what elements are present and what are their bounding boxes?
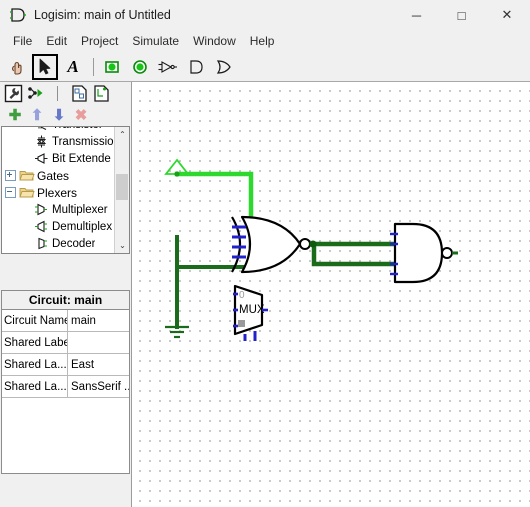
- close-button[interactable]: ✕: [484, 0, 530, 30]
- component-explorer-tree[interactable]: Transistor: [1, 126, 130, 254]
- menu-bar: File Edit Project Simulate Window Help: [0, 30, 530, 52]
- menu-item-project[interactable]: Project: [74, 32, 125, 50]
- text-tool-label: A: [67, 56, 79, 76]
- transmission-gate-icon: [33, 134, 50, 149]
- tree-item-label: Plexers: [37, 185, 78, 200]
- tree-item-label: Multiplexer: [52, 203, 108, 216]
- tree-vertical-scroll-thumb[interactable]: [116, 174, 128, 200]
- power-vcc[interactable]: [164, 158, 190, 177]
- nand-gate[interactable]: [390, 222, 458, 284]
- tree-expander-gates[interactable]: [4, 169, 17, 182]
- or-gate-tool[interactable]: [211, 54, 237, 80]
- tree-item-label: Gates: [37, 168, 70, 183]
- move-down-button[interactable]: ⬇: [48, 105, 70, 125]
- nor-gate[interactable]: [231, 215, 311, 274]
- project-toolbar: [0, 82, 131, 104]
- table-row[interactable]: Shared La... East: [2, 354, 129, 376]
- minimize-button[interactable]: ─: [394, 0, 439, 30]
- select-tool[interactable]: [32, 53, 58, 80]
- tree-rows: Transistor: [2, 127, 115, 254]
- tree-item-demultiplexer[interactable]: Demultiplex: [2, 218, 115, 235]
- not-gate-tool[interactable]: [155, 54, 181, 80]
- window-controls: ─ □ ✕: [394, 0, 530, 30]
- tree-expander-plexers[interactable]: [4, 186, 17, 199]
- move-up-button[interactable]: ⬆: [26, 105, 48, 125]
- poke-tool[interactable]: [4, 54, 30, 80]
- demultiplexer-icon: [33, 219, 50, 234]
- attribute-key: Shared La...: [2, 376, 68, 397]
- circuit-canvas[interactable]: 0 MUX: [131, 82, 530, 507]
- tree-item-priority-encoder[interactable]: Pri Priority Enc: [2, 252, 115, 254]
- mux-select-label: 0: [239, 290, 245, 301]
- attribute-value[interactable]: [68, 332, 129, 353]
- add-circuit-button[interactable]: [68, 83, 90, 103]
- attribute-value[interactable]: SansSerif ...: [68, 376, 129, 397]
- attribute-key: Shared Label: [2, 332, 68, 353]
- logisim-window: Logisim: main of Untitled ─ □ ✕ File Edi…: [0, 0, 530, 507]
- attribute-key: Circuit Name: [2, 310, 68, 331]
- output-pin-tool[interactable]: [127, 54, 153, 80]
- circuit-drawing: 0 MUX: [164, 158, 458, 341]
- tree-item-plexers[interactable]: Plexers: [2, 184, 115, 201]
- scroll-down-arrow[interactable]: ⌄: [115, 238, 129, 253]
- simulation-enabled-button[interactable]: [24, 83, 46, 103]
- window-title: Logisim: main of Untitled: [34, 8, 171, 22]
- multiplexer-icon: [33, 202, 50, 217]
- folder-icon: [18, 168, 35, 183]
- wire-nor-to-nand-lower[interactable]: [311, 241, 398, 267]
- title-bar: Logisim: main of Untitled ─ □ ✕: [0, 0, 530, 31]
- decoder-icon: [33, 236, 50, 251]
- and-gate-tool[interactable]: [183, 54, 209, 80]
- edit-tool-attributes-button[interactable]: [2, 83, 24, 103]
- main-toolbar: A: [0, 52, 530, 82]
- menu-item-simulate[interactable]: Simulate: [125, 32, 186, 50]
- mux-label: MUX: [239, 304, 265, 316]
- menu-item-file[interactable]: File: [6, 32, 39, 50]
- menu-item-edit[interactable]: Edit: [39, 32, 74, 50]
- priority-encoder-icon: Pri: [33, 253, 50, 254]
- attribute-key: Shared La...: [2, 354, 68, 375]
- transistor-icon: [33, 127, 50, 132]
- add-button[interactable]: ✚: [4, 105, 26, 125]
- attribute-table-header: Circuit: main: [2, 291, 129, 310]
- tree-vertical-scrollbar[interactable]: ⌃ ⌄: [114, 127, 129, 253]
- scroll-up-arrow[interactable]: ⌃: [115, 127, 129, 142]
- table-row[interactable]: Shared Label: [2, 332, 129, 354]
- tree-item-label: Bit Extende: [52, 152, 111, 165]
- toolbar-separator-2: [46, 83, 68, 103]
- maximize-button[interactable]: □: [439, 0, 484, 30]
- tree-item-label: Decoder: [52, 237, 96, 250]
- table-row[interactable]: Circuit Name main: [2, 310, 129, 332]
- tree-item-decoder[interactable]: Decoder: [2, 235, 115, 252]
- tree-item-label: Transmissio: [52, 135, 114, 148]
- menu-item-help[interactable]: Help: [243, 32, 282, 50]
- project-actions-toolbar: ✚ ⬆ ⬇ ✖: [0, 104, 131, 126]
- toolbar-separator: [93, 57, 94, 76]
- table-row[interactable]: Shared La... SansSerif ...: [2, 376, 129, 398]
- tree-item-multiplexer[interactable]: Multiplexer: [2, 201, 115, 218]
- attribute-value[interactable]: East: [68, 354, 129, 375]
- multiplexer[interactable]: 0 MUX: [233, 284, 268, 341]
- attribute-value[interactable]: main: [68, 310, 129, 331]
- new-circuit-button[interactable]: [90, 83, 112, 103]
- logisim-gate-icon: [7, 4, 29, 26]
- tree-item-bit-extender[interactable]: Bit Extende: [2, 150, 115, 167]
- attribute-table: Circuit: main Circuit Name main Shared L…: [1, 290, 130, 474]
- folder-open-icon: [18, 185, 35, 200]
- tree-item-gates[interactable]: Gates: [2, 167, 115, 184]
- bit-extender-icon: [33, 151, 50, 166]
- tree-item-label: Transistor: [52, 127, 103, 131]
- text-tool[interactable]: A: [60, 54, 86, 80]
- input-pin-tool[interactable]: [99, 54, 125, 80]
- tree-item-label: Demultiplex: [52, 220, 113, 233]
- tree-item-transmission-gate[interactable]: Transmissio: [2, 133, 115, 150]
- tree-item-transistor[interactable]: Transistor: [2, 127, 115, 133]
- wire-junction-dot: [309, 240, 317, 248]
- left-panel: ✚ ⬆ ⬇ ✖ Transmissio Bit Extende Gates Pl…: [0, 82, 131, 482]
- delete-button[interactable]: ✖: [70, 105, 92, 125]
- menu-item-window[interactable]: Window: [186, 32, 243, 50]
